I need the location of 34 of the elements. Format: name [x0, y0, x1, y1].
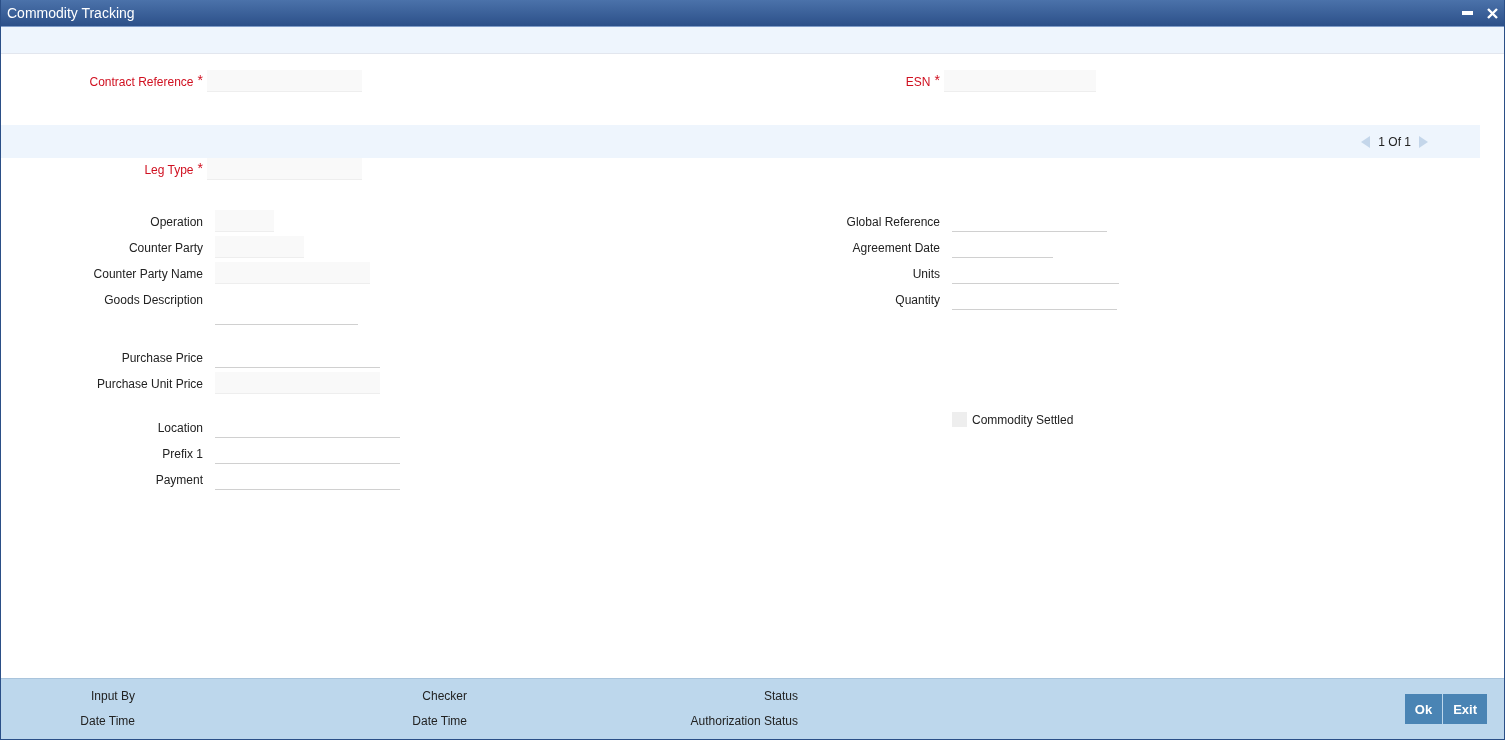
- field-label: Goods Description: [104, 292, 203, 307]
- field-label: Global Reference: [846, 214, 940, 229]
- next-icon[interactable]: [1419, 135, 1428, 148]
- required-mark: *: [197, 159, 203, 176]
- audit-label: Input By: [89, 688, 135, 705]
- audit-label: Checker: [421, 688, 467, 705]
- page-indicator: 1 Of 1: [1378, 134, 1411, 149]
- audit-label: Authorization Status: [689, 713, 798, 730]
- previous-icon[interactable]: [1361, 135, 1371, 148]
- checkbox-label: Commodity Settled: [972, 412, 1074, 427]
- field-label: Agreement Date: [852, 240, 940, 255]
- audit-label: Date Time: [79, 713, 135, 730]
- field-label: Leg Type: [144, 162, 194, 177]
- field-label: Location: [157, 420, 203, 435]
- field-label: Counter Party: [128, 240, 203, 255]
- field-label: Payment: [155, 472, 203, 487]
- field-label: Purchase Unit Price: [96, 376, 203, 391]
- audit-label: Status: [762, 688, 798, 705]
- required-mark: *: [197, 71, 203, 88]
- window-title: Commodity Tracking: [7, 5, 136, 21]
- field-label: Units: [912, 266, 940, 281]
- field-label: Quantity: [895, 292, 940, 307]
- field-label: Counter Party Name: [93, 266, 203, 281]
- required-mark: *: [934, 71, 940, 88]
- close-icon[interactable]: [1487, 7, 1498, 19]
- field-label: Operation: [150, 214, 203, 229]
- minimize-icon[interactable]: [1462, 11, 1473, 15]
- audit-label: Date Time: [411, 713, 467, 730]
- field-label: ESN: [905, 74, 931, 89]
- exit-button[interactable]: Exit: [1443, 694, 1487, 724]
- field-label: Contract Reference: [89, 74, 194, 89]
- ok-button[interactable]: Ok: [1404, 694, 1443, 724]
- field-label: Prefix 1: [162, 446, 203, 461]
- field-label: Purchase Price: [121, 350, 203, 365]
